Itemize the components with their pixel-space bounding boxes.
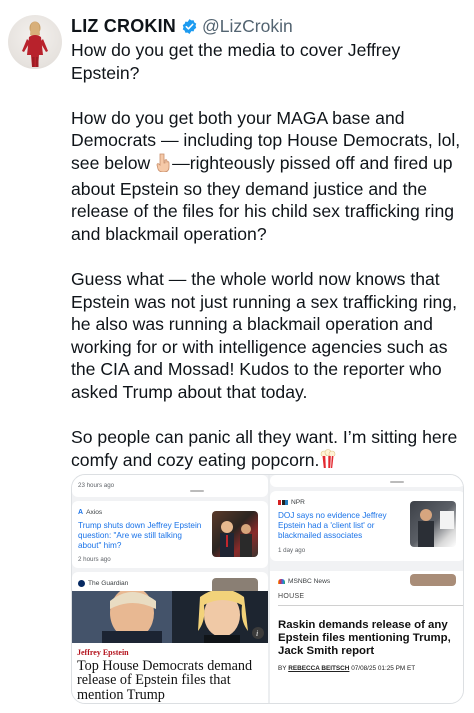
npr-logo-icon (278, 500, 288, 505)
tweet-paragraph-3: Guess what — the whole world now knows t… (71, 268, 457, 402)
msnbc-headline[interactable]: Raskin demands release of any Epstein fi… (278, 619, 460, 658)
axios-logo-icon: A (78, 509, 84, 516)
author-name[interactable]: LIZ CROKIN (71, 16, 176, 37)
card-handle-bar (190, 490, 204, 492)
tweet-paragraph-4-text: So people can panic all they want. I’m s… (71, 427, 458, 470)
npr-headline[interactable]: DOJ says no evidence Jeffrey Epstein had… (278, 511, 404, 541)
source-guardian: The Guardian (78, 580, 128, 587)
tweet-paragraph-2: How do you get both your MAGA base and D… (71, 107, 467, 246)
axios-photo-thumbnail (212, 511, 258, 557)
news-card-top: 23 hours ago (72, 475, 268, 497)
author-handle[interactable]: @LizCrokin (202, 16, 293, 37)
avatar-figure-icon (22, 21, 48, 67)
axios-headline[interactable]: Trump shuts down Jeffrey Epstein questio… (78, 521, 206, 551)
article-preview-card[interactable]: i Jeffrey Epstein Top House Democrats de… (72, 591, 268, 703)
card-time: 23 hours ago (78, 482, 115, 489)
tweet: LIZ CROKIN @LizCrokin How do you get the… (0, 0, 474, 713)
byline-date: 07/08/25 01:25 PM ET (351, 665, 416, 672)
source-axios-label: Axios (86, 509, 103, 516)
news-card-top-right (270, 475, 463, 487)
attached-screenshot-image[interactable]: 23 hours ago A Axios Trump shuts down Je… (71, 474, 464, 704)
source-guardian-label: The Guardian (88, 580, 129, 587)
msnbc-section-label: HOUSE (278, 593, 305, 600)
tweet-text: How do you get the media to cover Jeffre… (71, 39, 467, 474)
npr-photo-thumbnail (410, 501, 456, 547)
msnbc-byline: BY REBECCA BEITSCH 07/08/25 01:25 PM ET (278, 665, 415, 672)
npr-time: 1 day ago (278, 547, 306, 554)
screenshot-right-column: NPR DOJ says no evidence Jeffrey Epstein… (270, 475, 463, 703)
tweet-header: LIZ CROKIN @LizCrokin (71, 14, 293, 38)
screenshot-left-column: 23 hours ago A Axios Trump shuts down Je… (72, 475, 268, 703)
msnbc-photo-thumbnail (410, 574, 456, 586)
news-card-msnbc[interactable]: MSNBC News HOUSE Raskin demands release … (270, 571, 463, 703)
source-npr: NPR (278, 499, 305, 506)
source-npr-label: NPR (291, 499, 305, 506)
tweet-paragraph-4: So people can panic all they want. I’m s… (71, 426, 467, 474)
pointing-down-emoji-icon (155, 153, 172, 178)
popcorn-emoji-icon (319, 448, 337, 475)
axios-time: 2 hours ago (78, 556, 111, 563)
msnbc-peacock-icon (278, 579, 285, 584)
verified-badge-icon (182, 18, 197, 34)
byline-prefix: BY (278, 665, 287, 672)
byline-author[interactable]: REBECCA BEITSCH (288, 665, 349, 672)
source-msnbc-label: MSNBC News (288, 578, 331, 585)
svg-text:i: i (256, 629, 258, 638)
news-card-axios[interactable]: A Axios Trump shuts down Jeffrey Epstein… (72, 501, 268, 568)
source-axios: A Axios (78, 509, 102, 516)
card-handle-bar-right (390, 481, 404, 483)
article-photo: i (72, 591, 268, 643)
author-avatar[interactable] (8, 15, 62, 69)
msnbc-divider (278, 605, 463, 606)
guardian-logo-icon (78, 580, 85, 587)
source-msnbc: MSNBC News (278, 578, 330, 585)
article-kicker: Jeffrey Epstein (77, 648, 129, 657)
news-card-npr[interactable]: NPR DOJ says no evidence Jeffrey Epstein… (270, 491, 463, 561)
tweet-paragraph-1: How do you get the media to cover Jeffre… (71, 40, 401, 83)
article-headline[interactable]: Top House Democrats demand release of Ep… (77, 659, 265, 702)
